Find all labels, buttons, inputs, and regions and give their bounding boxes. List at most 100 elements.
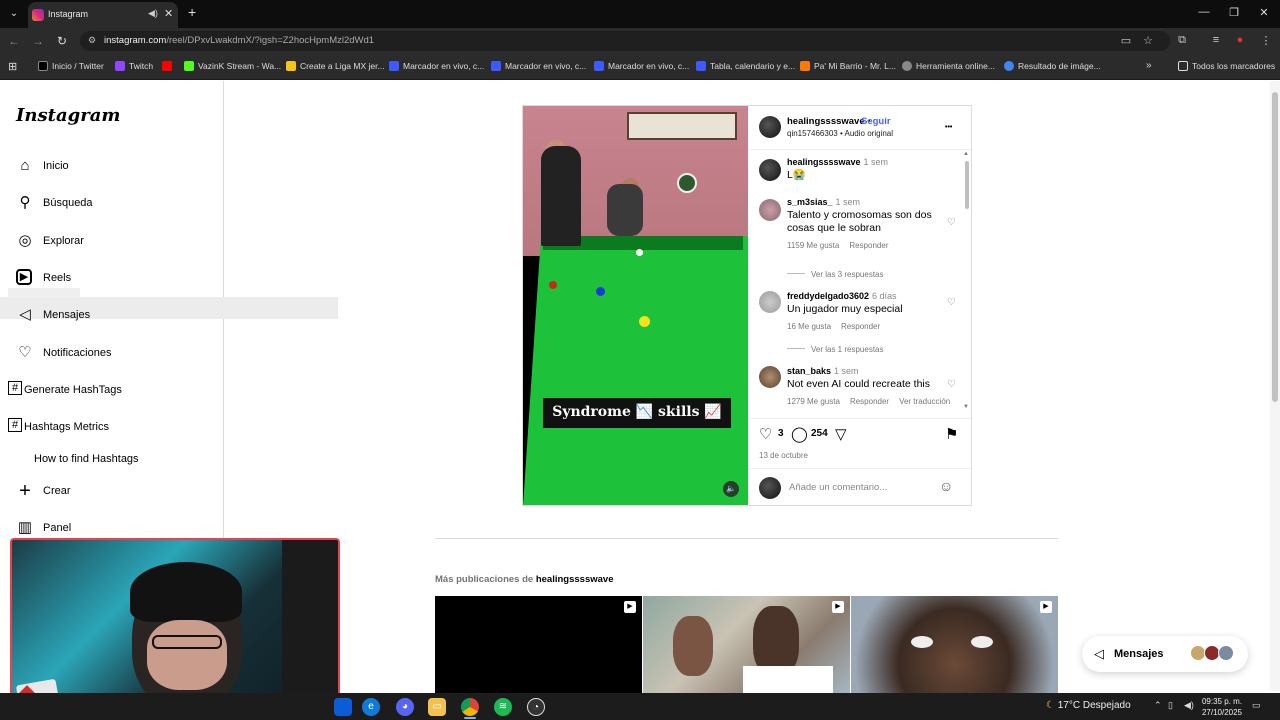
tab-search-icon[interactable]: ⌄ [6, 6, 22, 22]
post-thumbnail[interactable]: ▶ [643, 596, 850, 694]
apps-grid-icon[interactable]: ⊞ [8, 60, 17, 73]
post-thumbnail[interactable]: ▶ [435, 596, 642, 694]
like-count[interactable]: 3 [778, 428, 784, 439]
plus-icon: + [19, 480, 31, 502]
avatar[interactable] [759, 116, 781, 138]
follow-button[interactable]: Seguir [861, 116, 891, 127]
view-replies-button[interactable]: Ver las 1 respuestas [787, 345, 883, 354]
windows-taskbar: e ◕ ▭ ≋ ◔ ☾ 17°C Despejado ⌃ ▯ ◀) 09:35 … [0, 693, 1280, 720]
comment-likes[interactable]: 1279 Me gusta [787, 397, 840, 406]
site-info-icon[interactable]: ⚙ [88, 35, 96, 46]
bookmark-item[interactable]: Tabla, calendario y e... [696, 61, 795, 71]
x-twitter-icon [38, 61, 48, 71]
system-clock[interactable]: 09:35 p. m. 27/10/2025 [1200, 696, 1242, 718]
comment-like-icon[interactable]: ♡ [947, 297, 956, 308]
browser-menu-icon[interactable]: ⋮ [1258, 34, 1274, 47]
bookmark-item[interactable]: Pa' Mi Barrio - Mr. L... [800, 61, 896, 71]
profile-icon[interactable]: ● [1232, 34, 1248, 46]
notification-icon[interactable]: ▭ [1252, 700, 1261, 711]
avatar[interactable] [759, 291, 781, 313]
tray-arrow-icon[interactable]: ⌃ [1154, 700, 1162, 711]
comment-icon[interactable]: ◯ [791, 425, 808, 443]
address-bar[interactable]: ⚙ instagram.com/reel/DPxvLwakdmX/?igsh=Z… [80, 31, 1170, 51]
comment-user[interactable]: stan_baks 1 sem [787, 366, 959, 376]
comment-like-icon[interactable]: ♡ [947, 379, 956, 390]
reload-button[interactable]: ↻ [54, 34, 70, 48]
share-icon[interactable]: ▽ [835, 425, 847, 443]
bookmark-item[interactable]: Herramienta online... [902, 61, 995, 71]
media-control-icon[interactable]: ≡ [1208, 34, 1224, 46]
view-replies-button[interactable]: Ver las 3 respuestas [787, 270, 883, 279]
file-explorer-icon[interactable]: ▭ [428, 698, 446, 716]
cast-icon[interactable]: ▭ [1118, 34, 1134, 47]
bookmark-star-icon[interactable]: ☆ [1140, 34, 1156, 47]
comments-scrollbar[interactable] [965, 161, 969, 209]
close-window-button[interactable]: ✕ [1254, 6, 1274, 19]
weather-widget[interactable]: ☾ 17°C Despejado [1046, 700, 1131, 711]
scores-icon [696, 61, 706, 71]
tab-audio-icon[interactable]: ◀) [148, 8, 158, 19]
extensions-icon[interactable]: ⧉ [1174, 34, 1190, 47]
back-button[interactable]: ← [6, 34, 22, 48]
comment-likes[interactable]: 16 Me gusta [787, 322, 831, 331]
emoji-icon[interactable]: ☺ [939, 478, 953, 494]
page-scrollbar-thumb[interactable] [1272, 92, 1278, 402]
messages-floating-button[interactable]: ◁ Mensajes [1082, 636, 1248, 672]
bookmark-item[interactable]: Create a Liga MX jer... [286, 61, 385, 71]
bookmark-item[interactable]: VazinK Stream - Wa... [184, 61, 281, 71]
scroll-up-arrow[interactable]: ▲ [963, 151, 969, 157]
translate-button[interactable]: Ver traducción [899, 397, 950, 406]
video-caption-box: Syndrome 📉 skills 📈 [543, 398, 731, 428]
browser-tab[interactable]: Instagram ◀) ✕ [28, 2, 178, 28]
comment-user[interactable]: s_m3sias_ 1 sem [787, 197, 937, 207]
streamer-hand [147, 620, 227, 690]
comment-like-icon[interactable]: ♡ [947, 217, 956, 228]
instagram-logo[interactable]: Instagram [16, 105, 120, 126]
reply-button[interactable]: Responder [849, 241, 888, 250]
reel-icon: ▶ [1040, 601, 1052, 613]
new-tab-button[interactable]: + [188, 4, 196, 20]
volume-icon[interactable]: 🔈 [723, 481, 739, 497]
comment-likes[interactable]: 1159 Me gusta [787, 241, 839, 250]
reel-video[interactable]: Syndrome 📉 skills 📈 🔈 [523, 106, 748, 505]
comment-meta: 1279 Me gusta Responder Ver traducción [787, 397, 959, 406]
avatar[interactable] [759, 159, 781, 181]
more-bookmarks-button[interactable]: » [1146, 60, 1152, 71]
bookmark-item[interactable]: Marcador en vivo, c... [389, 61, 484, 71]
reply-button[interactable]: Responder [841, 322, 880, 331]
bookmark-item[interactable]: Marcador en vivo, c... [491, 61, 586, 71]
wall-calligraphy [627, 112, 737, 140]
reel-icon: ▶ [624, 601, 636, 613]
obs-icon[interactable]: ◔ [527, 698, 545, 716]
save-icon[interactable]: ⚑ [945, 425, 958, 443]
comment-input[interactable]: Añade un comentario... [789, 482, 887, 493]
like-icon[interactable]: ♡ [759, 425, 772, 443]
discord-icon[interactable]: ◕ [396, 698, 414, 716]
bookmark-item[interactable]: Marcador en vivo, c... [594, 61, 689, 71]
avatar[interactable] [759, 366, 781, 388]
comment-user[interactable]: freddydelgado3602 6 días [787, 291, 959, 301]
edge-icon[interactable]: e [362, 698, 380, 716]
bookmark-item[interactable]: Resultado de imáge... [1004, 61, 1101, 71]
post-username[interactable]: healingsssswave • [787, 116, 871, 127]
scroll-down-arrow[interactable]: ▼ [963, 404, 969, 410]
reply-button[interactable]: Responder [850, 397, 889, 406]
taskbar-app-icon[interactable] [334, 698, 352, 716]
volume-tray-icon[interactable]: ◀) [1184, 700, 1194, 711]
battery-icon[interactable]: ▯ [1168, 700, 1173, 711]
chrome-icon[interactable] [461, 698, 479, 716]
spotify-icon[interactable]: ≋ [494, 698, 512, 716]
post-thumbnail[interactable]: ▶ [851, 596, 1058, 694]
bookmark-item[interactable] [162, 61, 176, 71]
bookmark-item[interactable]: Twitch [115, 61, 153, 71]
comment-user[interactable]: healingsssswave 1 sem [787, 157, 959, 167]
bookmark-item[interactable]: Inicio / Twitter [38, 61, 104, 71]
avatar[interactable] [759, 199, 781, 221]
tab-close-icon[interactable]: ✕ [164, 7, 173, 20]
maximize-button[interactable]: ❐ [1224, 6, 1244, 19]
more-options-icon[interactable]: ••• [945, 124, 952, 131]
minimize-button[interactable]: — [1194, 6, 1214, 18]
all-bookmarks-folder[interactable]: Todos los marcadores [1178, 61, 1275, 71]
forward-button[interactable]: → [30, 34, 46, 48]
comment-item: s_m3sias_ 1 sem Talento y cromosomas son … [759, 197, 959, 250]
